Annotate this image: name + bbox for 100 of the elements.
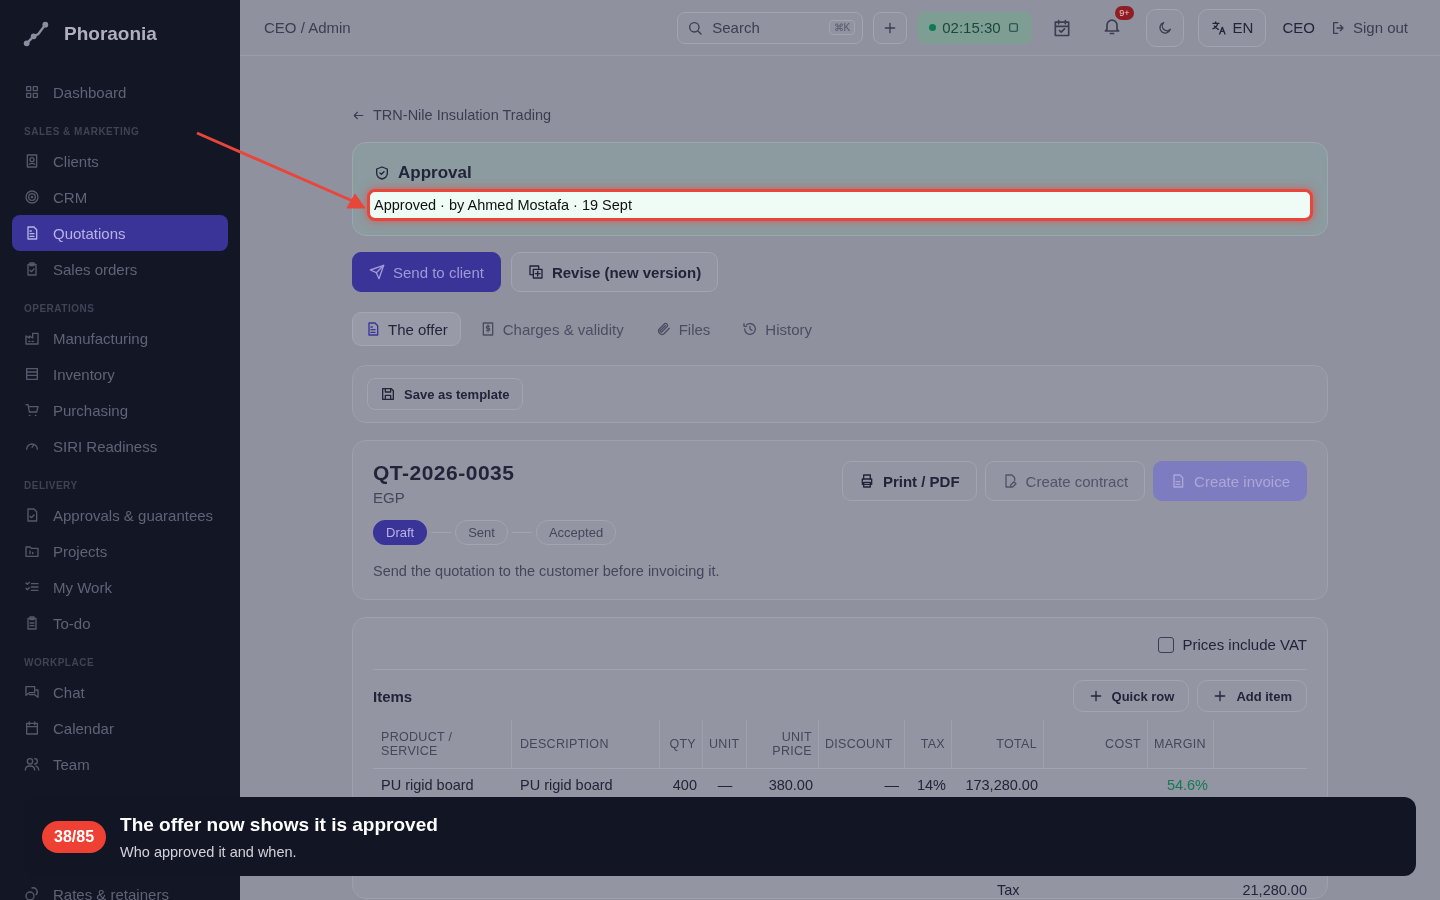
sidebar-item[interactable]: Approvals & guarantees xyxy=(12,497,228,533)
total-label: Tax xyxy=(997,882,1020,898)
add-button[interactable] xyxy=(873,11,908,44)
cart-icon xyxy=(24,402,40,418)
column-header: COST xyxy=(1044,720,1148,768)
table-cell-text: — xyxy=(716,776,734,795)
status-step: Accepted xyxy=(535,520,617,545)
translate-icon xyxy=(1210,19,1227,36)
sidebar-item[interactable]: Purchasing xyxy=(12,392,228,428)
history-icon xyxy=(742,321,759,337)
sidebar-item[interactable]: Clients xyxy=(12,143,228,179)
column-header: UNIT PRICE xyxy=(747,720,819,768)
factory-icon xyxy=(24,330,40,346)
revise-button[interactable]: Revise (new version) xyxy=(510,252,719,292)
status-dot xyxy=(929,24,937,31)
back-link[interactable]: TRN-Nile Insulation Trading xyxy=(352,104,1328,126)
sidebar-item[interactable]: To-do xyxy=(12,605,228,641)
sidebar-item[interactable]: Manufacturing xyxy=(12,320,228,356)
approval-title: Approval xyxy=(398,163,472,183)
status-hint: Send the quotation to the customer before invoicing it. xyxy=(373,563,721,579)
sidebar-item[interactable]: CRM xyxy=(12,179,228,215)
toast-title: The offer now shows it is approved xyxy=(120,813,438,836)
target-icon xyxy=(24,189,40,205)
items-title: Items xyxy=(373,687,413,705)
copy-plus-icon xyxy=(527,264,544,280)
column-header: MARGIN xyxy=(1148,720,1214,768)
sidebar-item[interactable]: Projects xyxy=(12,533,228,569)
tab[interactable]: The offer xyxy=(352,312,461,346)
sidebar-item[interactable]: Sales orders xyxy=(12,251,228,287)
breadcrumb: CEO / Admin xyxy=(264,19,351,36)
grid-icon xyxy=(24,84,40,100)
status-step: Draft xyxy=(373,520,428,545)
send-button[interactable]: Send to client xyxy=(352,252,501,292)
sidebar-item[interactable]: My Work xyxy=(12,569,228,605)
sidebar-item[interactable]: SIRI Readiness xyxy=(12,428,228,464)
currency: EGP xyxy=(373,489,406,506)
step-badge: 38/85 xyxy=(42,820,107,853)
column-header: PRODUCT / SERVICE xyxy=(373,720,512,768)
tab[interactable]: Files xyxy=(642,312,724,346)
column-header: DESCRIPTION xyxy=(512,720,660,768)
table-cell-text: 54.6% xyxy=(1165,776,1209,795)
total-value: 21,280.00 xyxy=(1242,882,1307,898)
chat-icon xyxy=(24,684,40,700)
sidebar-item[interactable]: Inventory xyxy=(12,356,228,392)
language-button[interactable]: EN xyxy=(1197,8,1267,47)
cabinet-icon xyxy=(24,366,40,382)
send-icon xyxy=(369,264,385,280)
user-role: CEO xyxy=(1282,19,1315,36)
shield-check-icon xyxy=(374,165,390,181)
print-button[interactable]: Print / PDF xyxy=(841,461,977,501)
column-header: QTY xyxy=(660,720,703,768)
status-step: Sent xyxy=(455,520,508,545)
brand-name: Phoraonia xyxy=(64,23,157,45)
save-template-button[interactable]: Save as template xyxy=(367,378,523,410)
logo-icon xyxy=(22,20,50,48)
quote-number: QT-2026-0035 xyxy=(373,461,515,485)
table-cell-text: 400 xyxy=(671,776,698,795)
quick-row-button[interactable]: Quick row xyxy=(1072,680,1190,712)
table-cell-text: 14% xyxy=(915,776,947,795)
document-icon xyxy=(365,321,381,337)
column-header: DISCOUNT xyxy=(819,720,905,768)
document-icon xyxy=(24,225,40,241)
sidebar-item[interactable]: Chat xyxy=(12,674,228,710)
clipboard-icon xyxy=(24,615,40,631)
theme-button[interactable] xyxy=(1145,8,1184,47)
table-cell-text: PU rigid board xyxy=(519,776,614,795)
contact-card-icon xyxy=(24,153,40,169)
sidebar-item[interactable]: Calendar xyxy=(12,710,228,746)
table-cell-text: 173,280.00 xyxy=(964,776,1039,795)
sidebar-item[interactable]: Dashboard xyxy=(12,74,228,110)
table-cell-text: 380.00 xyxy=(767,776,814,795)
tab[interactable]: Charges & validity xyxy=(466,312,637,346)
folder-icon xyxy=(24,543,40,559)
people-icon xyxy=(24,756,40,772)
checkbox[interactable] xyxy=(1157,636,1174,653)
sidebar-item[interactable]: Rates & retainers xyxy=(12,876,228,900)
clipboard-check-icon xyxy=(24,261,40,277)
document-check-icon xyxy=(24,507,40,523)
paperclip-icon xyxy=(655,321,672,337)
coins-icon xyxy=(24,886,40,900)
column-header: UNIT xyxy=(703,720,747,768)
save-icon xyxy=(380,386,396,402)
timer[interactable]: 02:15:30 xyxy=(917,11,1032,44)
tab[interactable]: History xyxy=(729,312,825,346)
column-header: TOTAL xyxy=(952,720,1044,768)
add-item-button[interactable]: Add item xyxy=(1197,680,1307,712)
sidebar-item[interactable]: Team xyxy=(12,746,228,782)
checkbox-label: Prices include VAT xyxy=(1182,636,1307,653)
sign-out-button[interactable]: Sign out xyxy=(1330,19,1416,36)
column-header: TAX xyxy=(905,720,952,768)
moon-icon xyxy=(1156,19,1173,36)
calendar-icon xyxy=(24,720,40,736)
search-icon xyxy=(687,19,704,36)
toast-text: Who approved it and when. xyxy=(120,843,298,860)
stop-icon xyxy=(1006,21,1020,34)
approval-status: Approved · by Ahmed Mostafa · 19 Sept xyxy=(367,189,1313,221)
sidebar-item[interactable]: Quotations xyxy=(12,215,228,251)
table-cell-text: — xyxy=(883,776,900,795)
notification-badge: 9+ xyxy=(1115,6,1134,20)
shortcut-hint: ⌘K xyxy=(828,19,856,35)
